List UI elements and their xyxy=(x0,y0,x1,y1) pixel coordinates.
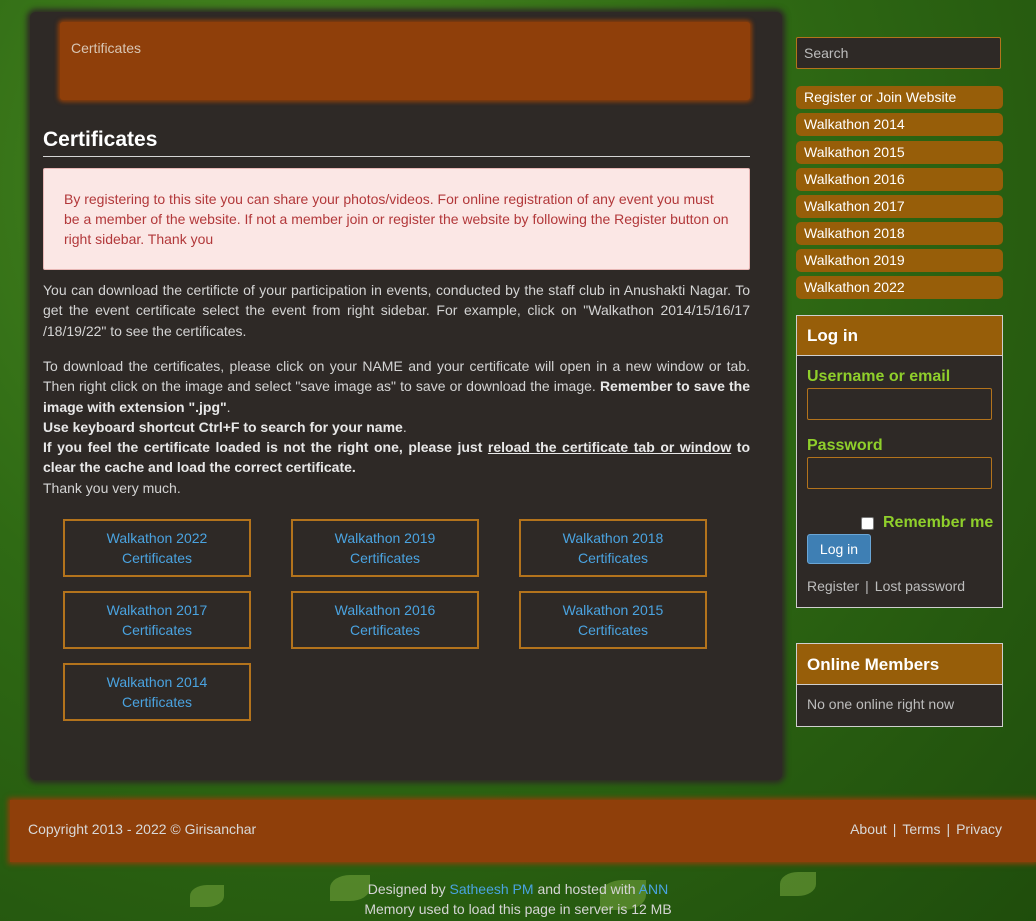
breadcrumb: Certificates xyxy=(71,40,142,56)
walkathon-2016-certificates-button[interactable]: Walkathon 2016 Certificates xyxy=(291,591,479,649)
cert-button-title: Walkathon 2017 xyxy=(106,602,208,618)
footer-link-about[interactable]: About xyxy=(850,821,887,837)
sidebar-link-walkathon-2017[interactable]: Walkathon 2017 xyxy=(796,195,1003,218)
designer-link[interactable]: Satheesh PM xyxy=(450,881,534,897)
shortcut-tip: Use keyboard shortcut Ctrl+F to search f… xyxy=(43,418,403,435)
site-credits: Designed by Satheesh PM and hosted with … xyxy=(0,879,1036,919)
remember-me-checkbox[interactable] xyxy=(861,517,874,530)
sidebar-link-walkathon-2019[interactable]: Walkathon 2019 xyxy=(796,249,1003,272)
online-members-title: Online Members xyxy=(797,644,1002,685)
footer-link-privacy[interactable]: Privacy xyxy=(956,821,1002,837)
login-widget-title: Log in xyxy=(797,316,1002,356)
cert-button-title: Walkathon 2014 xyxy=(106,674,208,690)
password-field[interactable] xyxy=(807,457,992,489)
search-input[interactable] xyxy=(796,37,1001,69)
reload-tip-start: If you feel the certificate loaded is no… xyxy=(43,439,483,456)
host-link[interactable]: ANN xyxy=(639,881,669,897)
sidebar-link-walkathon-2015[interactable]: Walkathon 2015 xyxy=(796,141,1003,164)
copyright: Copyright 2013 - 2022 © Girisanchar xyxy=(28,821,257,837)
login-links: Register | Lost password xyxy=(807,578,966,594)
registration-notice: By registering to this site you can shar… xyxy=(43,168,750,270)
sidebar-link-walkathon-2018[interactable]: Walkathon 2018 xyxy=(796,222,1003,245)
footer-link-terms[interactable]: Terms xyxy=(902,821,940,837)
instructions: To download the certificates, please cli… xyxy=(43,356,750,498)
register-link[interactable]: Register xyxy=(807,578,859,594)
sidebar-link-walkathon-2016[interactable]: Walkathon 2016 xyxy=(796,168,1003,191)
hosted-with-text: and hosted with xyxy=(537,881,636,897)
cert-button-title: Walkathon 2022 xyxy=(106,530,208,546)
thanks-text: Thank you very much. xyxy=(43,479,181,496)
sidebar-link-walkathon-2022[interactable]: Walkathon 2022 xyxy=(796,276,1003,299)
login-button[interactable]: Log in xyxy=(807,534,871,564)
online-members-status: No one online right now xyxy=(807,696,955,712)
cert-button-subtitle: Certificates xyxy=(121,550,193,566)
password-label: Password xyxy=(807,437,883,454)
page-title: Certificates xyxy=(43,128,750,157)
cert-button-subtitle: Certificates xyxy=(577,622,649,638)
cert-button-title: Walkathon 2019 xyxy=(334,530,436,546)
username-field[interactable] xyxy=(807,388,992,420)
login-widget: Log in Username or email Password Rememb… xyxy=(796,315,1003,608)
walkathon-2022-certificates-button[interactable]: Walkathon 2022 Certificates xyxy=(63,519,251,577)
walkathon-2015-certificates-button[interactable]: Walkathon 2015 Certificates xyxy=(519,591,707,649)
remember-me-label: Remember me xyxy=(883,514,994,531)
sidebar-link-register[interactable]: Register or Join Website xyxy=(796,86,1003,109)
cert-button-subtitle: Certificates xyxy=(121,622,193,638)
walkathon-2019-certificates-button[interactable]: Walkathon 2019 Certificates xyxy=(291,519,479,577)
username-label: Username or email xyxy=(807,368,951,385)
footer-links: About | Terms | Privacy xyxy=(850,821,1002,837)
reload-link[interactable]: reload the certificate tab or window xyxy=(488,439,731,455)
memory-usage-text: Memory used to load this page in server … xyxy=(364,901,672,917)
walkathon-2017-certificates-button[interactable]: Walkathon 2017 Certificates xyxy=(63,591,251,649)
cert-button-subtitle: Certificates xyxy=(349,622,421,638)
designed-by-text: Designed by xyxy=(367,881,446,897)
cert-button-title: Walkathon 2018 xyxy=(562,530,664,546)
lost-password-link[interactable]: Lost password xyxy=(875,578,965,594)
instructions-period: . xyxy=(226,398,231,415)
cert-button-title: Walkathon 2016 xyxy=(334,602,436,618)
cert-button-subtitle: Certificates xyxy=(121,694,193,710)
shortcut-period: . xyxy=(402,418,407,435)
cert-button-subtitle: Certificates xyxy=(577,550,649,566)
online-members-widget: Online Members No one online right now xyxy=(796,643,1003,727)
walkathon-2018-certificates-button[interactable]: Walkathon 2018 Certificates xyxy=(519,519,707,577)
cert-button-subtitle: Certificates xyxy=(349,550,421,566)
intro-paragraph: You can download the certificte of your … xyxy=(43,282,750,339)
cert-button-title: Walkathon 2015 xyxy=(562,602,664,618)
walkathon-2014-certificates-button[interactable]: Walkathon 2014 Certificates xyxy=(63,663,251,721)
breadcrumb-bar: Certificates xyxy=(60,22,750,100)
sidebar-link-walkathon-2014[interactable]: Walkathon 2014 xyxy=(796,113,1003,136)
